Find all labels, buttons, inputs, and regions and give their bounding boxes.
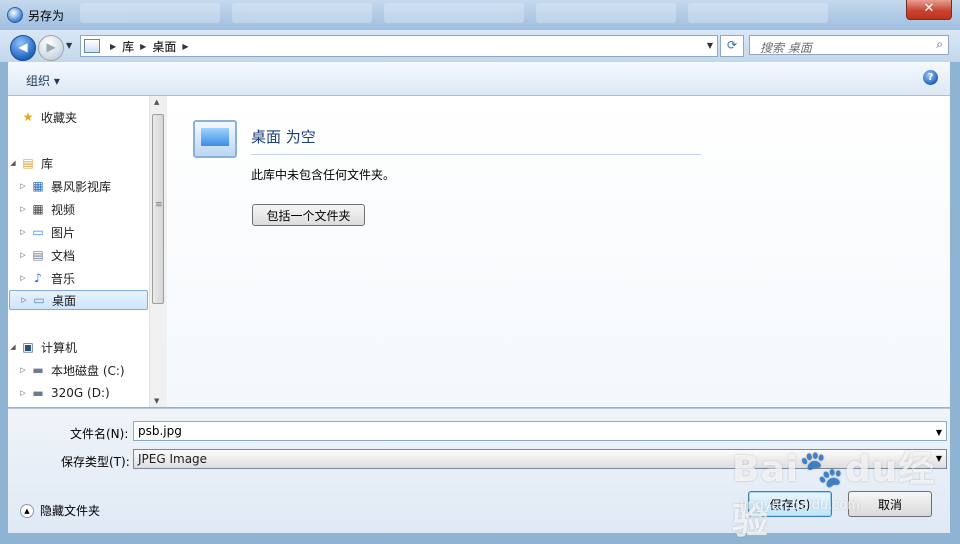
hide-folders-toggle[interactable]: ▲ 隐藏文件夹 xyxy=(20,502,100,519)
command-bar: 组织 ▾ ? xyxy=(8,62,950,96)
address-row: ◀ ▶ ▼ ▶ 库 ▶ 桌面 ▶ ▼ ⟳ 搜索 桌面 ⌕ xyxy=(0,30,960,62)
filename-label: 文件名(N): xyxy=(70,427,129,441)
scrollbar-thumb[interactable]: ≡ xyxy=(152,114,164,304)
filename-input[interactable] xyxy=(133,421,947,441)
sidebar-item-favorites[interactable]: ★ 收藏夹 xyxy=(8,107,77,127)
library-icon: ▤ xyxy=(22,156,34,170)
expand-icon[interactable]: ◢ xyxy=(8,343,18,351)
sidebar-item-label: 图片 xyxy=(51,225,76,240)
sidebar-item-label: 音乐 xyxy=(51,271,76,286)
filename-dropdown-icon[interactable]: ▼ xyxy=(936,428,942,437)
expand-icon[interactable]: ◢ xyxy=(8,159,18,167)
collapse-icon[interactable]: ▷ xyxy=(18,251,28,259)
picture-icon: ▭ xyxy=(32,225,44,239)
search-icon[interactable]: ⌕ xyxy=(936,37,943,52)
video-icon: ▦ xyxy=(32,202,44,216)
empty-library-icon xyxy=(193,120,237,158)
sidebar-item-label: 视频 xyxy=(51,202,76,217)
breadcrumb-desktop[interactable]: 桌面 xyxy=(152,38,176,55)
cancel-button[interactable]: 取消 xyxy=(848,491,932,517)
sidebar-item-label: 文档 xyxy=(51,248,76,263)
refresh-button[interactable]: ⟳ xyxy=(720,35,744,57)
star-icon: ★ xyxy=(22,110,34,124)
sidebar-item-libraries[interactable]: ◢ ▤ 库 xyxy=(8,153,53,173)
chevron-down-icon[interactable]: ▼ xyxy=(936,454,942,463)
sidebar-item-label: 库 xyxy=(41,156,54,171)
address-dropdown-icon[interactable]: ▼ xyxy=(707,41,713,50)
window-title: 另存为 xyxy=(28,9,65,23)
hard-drive-icon: ▬ xyxy=(32,386,44,400)
collapse-icon[interactable]: ▷ xyxy=(18,274,28,282)
collapse-icon[interactable]: ▷ xyxy=(18,389,28,397)
music-note-icon: ♪ xyxy=(34,271,42,285)
sidebar-item-label: 320G (D:) xyxy=(51,386,110,400)
save-button[interactable]: 保存(S) xyxy=(748,491,832,517)
document-icon: ▤ xyxy=(32,248,44,262)
sidebar-item-desktop[interactable]: ▷ ▭ 桌面 xyxy=(9,290,148,310)
film-icon: ▦ xyxy=(32,179,44,193)
collapse-icon[interactable]: ▷ xyxy=(19,296,29,304)
close-button[interactable]: ✕ xyxy=(906,0,952,20)
address-bar[interactable]: ▶ 库 ▶ 桌面 ▶ ▼ xyxy=(80,35,718,57)
forward-button[interactable]: ▶ xyxy=(38,35,64,61)
sidebar-item-videos[interactable]: ▷ ▦ 视频 xyxy=(18,199,75,219)
sidebar-item-pictures[interactable]: ▷ ▭ 图片 xyxy=(18,222,75,242)
sidebar-item-documents[interactable]: ▷ ▤ 文档 xyxy=(18,245,75,265)
navigation-scrollbar[interactable]: ▲ ≡ ▼ xyxy=(149,96,167,407)
computer-icon: ▣ xyxy=(22,340,34,354)
sidebar-item-drive-c[interactable]: ▷ ▬ 本地磁盘 (C:) xyxy=(18,360,125,380)
divider xyxy=(251,154,701,155)
sidebar-item-label: 计算机 xyxy=(41,340,78,355)
navigation-pane: ★ 收藏夹 ◢ ▤ 库 ▷ ▦ 暴风影视库 ▷ ▦ 视频 ▷ ▭ 图片 ▷ ▤ 文档 ▷ ♪… xyxy=(8,96,149,407)
sidebar-item-label: 暴风影视库 xyxy=(51,179,112,194)
search-input[interactable]: 搜索 桌面 ⌕ xyxy=(749,35,949,55)
organize-menu[interactable]: 组织 ▾ xyxy=(26,72,60,89)
filetype-label: 保存类型(T): xyxy=(61,455,130,469)
recent-pages-dropdown-icon[interactable]: ▼ xyxy=(66,41,72,50)
sidebar-item-label: 收藏夹 xyxy=(41,110,78,125)
collapse-icon[interactable]: ▷ xyxy=(18,228,28,236)
sidebar-item-label: 本地磁盘 (C:) xyxy=(51,363,125,378)
sidebar-item-label: 桌面 xyxy=(52,293,77,308)
sidebar-item-drive-d[interactable]: ▷ ▬ 320G (D:) xyxy=(18,383,110,403)
location-icon xyxy=(84,39,100,53)
desktop-icon: ▭ xyxy=(33,293,45,307)
help-icon[interactable]: ? xyxy=(923,70,938,85)
title-bar: 另存为 ✕ xyxy=(0,0,960,30)
app-icon xyxy=(7,7,23,23)
chevron-right-icon[interactable]: ▶ xyxy=(182,42,188,51)
sidebar-item-music[interactable]: ▷ ♪ 音乐 xyxy=(18,268,75,288)
include-folder-button[interactable]: 包括一个文件夹 xyxy=(252,204,365,226)
collapse-icon[interactable]: ▷ xyxy=(18,205,28,213)
scroll-up-icon[interactable]: ▲ xyxy=(154,98,159,106)
filetype-select[interactable]: JPEG Image ▼ xyxy=(133,449,947,469)
hard-drive-icon: ▬ xyxy=(32,363,44,377)
collapse-icon[interactable]: ▷ xyxy=(18,182,28,190)
sidebar-item-computer[interactable]: ◢ ▣ 计算机 xyxy=(8,337,77,357)
chevron-right-icon[interactable]: ▶ xyxy=(110,42,116,51)
back-button[interactable]: ◀ xyxy=(10,35,36,61)
scroll-down-icon[interactable]: ▼ xyxy=(154,397,159,405)
hide-folders-label: 隐藏文件夹 xyxy=(40,504,101,518)
empty-description: 此库中未包含任何文件夹。 xyxy=(251,168,396,182)
search-placeholder: 搜索 桌面 xyxy=(760,41,812,55)
breadcrumb-library[interactable]: 库 xyxy=(122,38,134,55)
sidebar-item-baofeng[interactable]: ▷ ▦ 暴风影视库 xyxy=(18,176,111,196)
filetype-value: JPEG Image xyxy=(138,452,208,466)
background-taskbar xyxy=(80,3,880,27)
chevron-right-icon[interactable]: ▶ xyxy=(140,42,146,51)
collapse-icon[interactable]: ▷ xyxy=(18,366,28,374)
empty-title: 桌面 为空 xyxy=(251,128,316,146)
file-list-pane: 桌面 为空 此库中未包含任何文件夹。 包括一个文件夹 xyxy=(167,96,950,407)
chevron-up-icon: ▲ xyxy=(20,503,34,518)
save-options-panel: 文件名(N): ▼ 保存类型(T): JPEG Image ▼ ▲ 隐藏文件夹 … xyxy=(8,408,950,533)
